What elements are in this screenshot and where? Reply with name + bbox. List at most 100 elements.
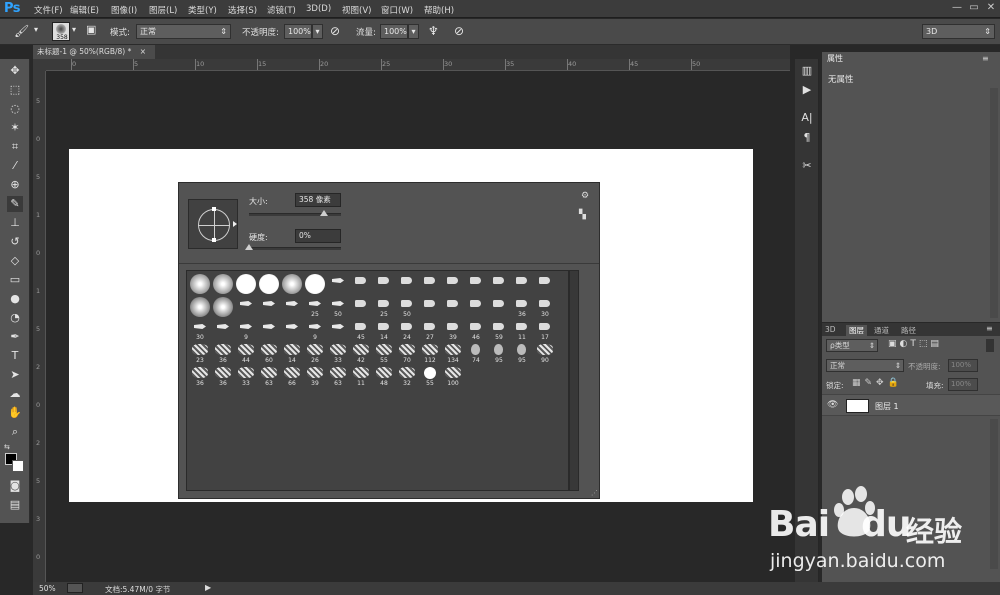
brush-preset[interactable] — [258, 273, 280, 295]
blur-tool-icon[interactable]: ● — [7, 291, 23, 307]
hardness-input[interactable]: 0% — [295, 229, 341, 243]
brush-preset[interactable]: 23 — [189, 342, 211, 364]
menu-item-9[interactable]: 窗口(W) — [381, 4, 413, 16]
new-preset-icon[interactable]: ▚ — [579, 210, 586, 220]
menu-item-0[interactable]: 文件(F) — [34, 4, 63, 16]
brush-preset[interactable] — [235, 273, 257, 295]
tab-3[interactable]: 路径 — [901, 325, 916, 336]
brush-preset[interactable] — [212, 319, 234, 341]
brush-preset[interactable] — [235, 296, 257, 318]
brush-preset[interactable] — [350, 296, 372, 318]
brush-preset[interactable]: 27 — [419, 319, 441, 341]
tab-0[interactable]: 3D — [825, 325, 836, 334]
lock-icons[interactable]: ▦✎✥🔒 — [852, 378, 903, 388]
brush-preset[interactable]: 14 — [281, 342, 303, 364]
brush-tool-icon[interactable]: ✎ — [7, 196, 23, 212]
brush-preset[interactable] — [281, 319, 303, 341]
preset-dropdown-icon[interactable]: ▾ — [72, 25, 76, 34]
menu-item-2[interactable]: 图像(I) — [111, 4, 137, 16]
close-icon[interactable]: ✕ — [984, 2, 998, 14]
brush-preset[interactable] — [189, 273, 211, 295]
brush-preset[interactable]: 39 — [304, 365, 326, 387]
mode-select[interactable]: 正常 ⇕ — [136, 24, 231, 39]
menu-item-8[interactable]: 视图(V) — [342, 4, 371, 16]
brush-preset[interactable] — [465, 296, 487, 318]
brush-preset[interactable] — [442, 273, 464, 295]
brush-preset[interactable] — [258, 319, 280, 341]
brush-preset[interactable] — [258, 296, 280, 318]
brush-preset[interactable]: 9 — [235, 319, 257, 341]
path-selection-tool-icon[interactable]: ➤ — [7, 367, 23, 383]
opacity-dropdown-icon[interactable]: ▾ — [312, 24, 323, 39]
brush-preset[interactable] — [488, 273, 510, 295]
hand-tool-icon[interactable]: ✋ — [7, 405, 23, 421]
zoom-tool-icon[interactable]: ⌕ — [7, 424, 23, 440]
minimize-icon[interactable]: — — [950, 2, 964, 14]
tool-presets-icon[interactable]: ✂ — [800, 159, 814, 172]
dropdown-arrow-icon[interactable]: ▾ — [34, 25, 38, 34]
brush-preset[interactable] — [419, 273, 441, 295]
brush-preset[interactable]: 112 — [419, 342, 441, 364]
history-panel-icon[interactable]: ▥ — [800, 64, 814, 77]
brush-preset[interactable]: 95 — [511, 342, 533, 364]
brush-preset[interactable]: 74 — [465, 342, 487, 364]
history-brush-tool-icon[interactable]: ↺ — [7, 234, 23, 250]
type-tool-icon[interactable]: T — [7, 348, 23, 364]
blend-mode-select[interactable]: 正常 ⇕ — [826, 359, 904, 372]
brush-tip-preview[interactable] — [188, 199, 238, 249]
menu-item-6[interactable]: 滤镜(T) — [267, 4, 296, 16]
brush-preset[interactable]: 25 — [373, 296, 395, 318]
quick-mask-icon[interactable]: ◙ — [7, 478, 23, 494]
brush-preset[interactable]: 95 — [488, 342, 510, 364]
layer-filter-icons[interactable]: ▣◐T⬚▤ — [888, 339, 942, 349]
airbrush-icon[interactable]: ♆ — [428, 24, 439, 38]
hardness-slider[interactable] — [245, 244, 341, 250]
panel-menu-icon[interactable]: ≡ — [982, 54, 989, 63]
brush-preset[interactable]: 134 — [442, 342, 464, 364]
brush-preset[interactable] — [304, 273, 326, 295]
brush-preset[interactable] — [442, 296, 464, 318]
brush-preset[interactable]: 14 — [373, 319, 395, 341]
brush-tool-icon[interactable]: 🖌 — [14, 24, 29, 38]
brush-preset[interactable]: 11 — [511, 319, 533, 341]
screen-mode-icon[interactable]: ▤ — [7, 497, 23, 513]
menu-item-5[interactable]: 选择(S) — [228, 4, 257, 16]
layer-row[interactable]: 👁 图层 1 — [822, 394, 1000, 416]
brush-preset[interactable]: 46 — [465, 319, 487, 341]
brush-preset[interactable]: 55 — [373, 342, 395, 364]
brush-preset[interactable]: 45 — [350, 319, 372, 341]
gear-icon[interactable]: ⚙ — [581, 191, 589, 201]
brush-preset[interactable]: 63 — [327, 365, 349, 387]
magic-wand-tool-icon[interactable]: ✶ — [7, 120, 23, 136]
healing-brush-tool-icon[interactable]: ⊕ — [7, 177, 23, 193]
lasso-tool-icon[interactable]: ◌ — [7, 101, 23, 117]
brush-preset[interactable]: 17 — [534, 319, 556, 341]
pen-tool-icon[interactable]: ✒ — [7, 329, 23, 345]
document-tab[interactable]: 未标题-1 @ 50%(RGB/8) * × — [33, 45, 155, 59]
marquee-tool-icon[interactable]: ⬚ — [7, 82, 23, 98]
brush-preset[interactable] — [534, 273, 556, 295]
shape-tool-icon[interactable]: ☁ — [7, 386, 23, 402]
brush-preset[interactable]: 11 — [350, 365, 372, 387]
properties-scrollbar[interactable] — [990, 88, 998, 318]
size-input[interactable]: 358 像素 — [295, 193, 341, 207]
zoom-level[interactable]: 50% — [39, 584, 56, 593]
menu-item-10[interactable]: 帮助(H) — [424, 4, 454, 16]
brush-preset[interactable]: 55 — [419, 365, 441, 387]
hardness-slider-thumb[interactable] — [245, 244, 253, 250]
pressure-size-icon[interactable]: ⊘ — [454, 24, 464, 38]
clone-stamp-tool-icon[interactable]: ⊥ — [7, 215, 23, 231]
size-slider-thumb[interactable] — [320, 210, 329, 216]
brush-preset[interactable] — [189, 296, 211, 318]
brush-preset[interactable] — [327, 319, 349, 341]
eyedropper-tool-icon[interactable]: ⁄ — [7, 158, 23, 174]
brush-preset[interactable]: 9 — [304, 319, 326, 341]
brush-preset[interactable]: 90 — [534, 342, 556, 364]
brush-preset[interactable] — [281, 296, 303, 318]
brush-preset[interactable] — [419, 296, 441, 318]
brush-preset[interactable]: 30 — [189, 319, 211, 341]
brush-preset[interactable]: 24 — [396, 319, 418, 341]
preset-scrollbar[interactable] — [569, 270, 579, 491]
fill-input[interactable]: 100% — [948, 378, 978, 391]
brush-preset[interactable]: 100 — [442, 365, 464, 387]
